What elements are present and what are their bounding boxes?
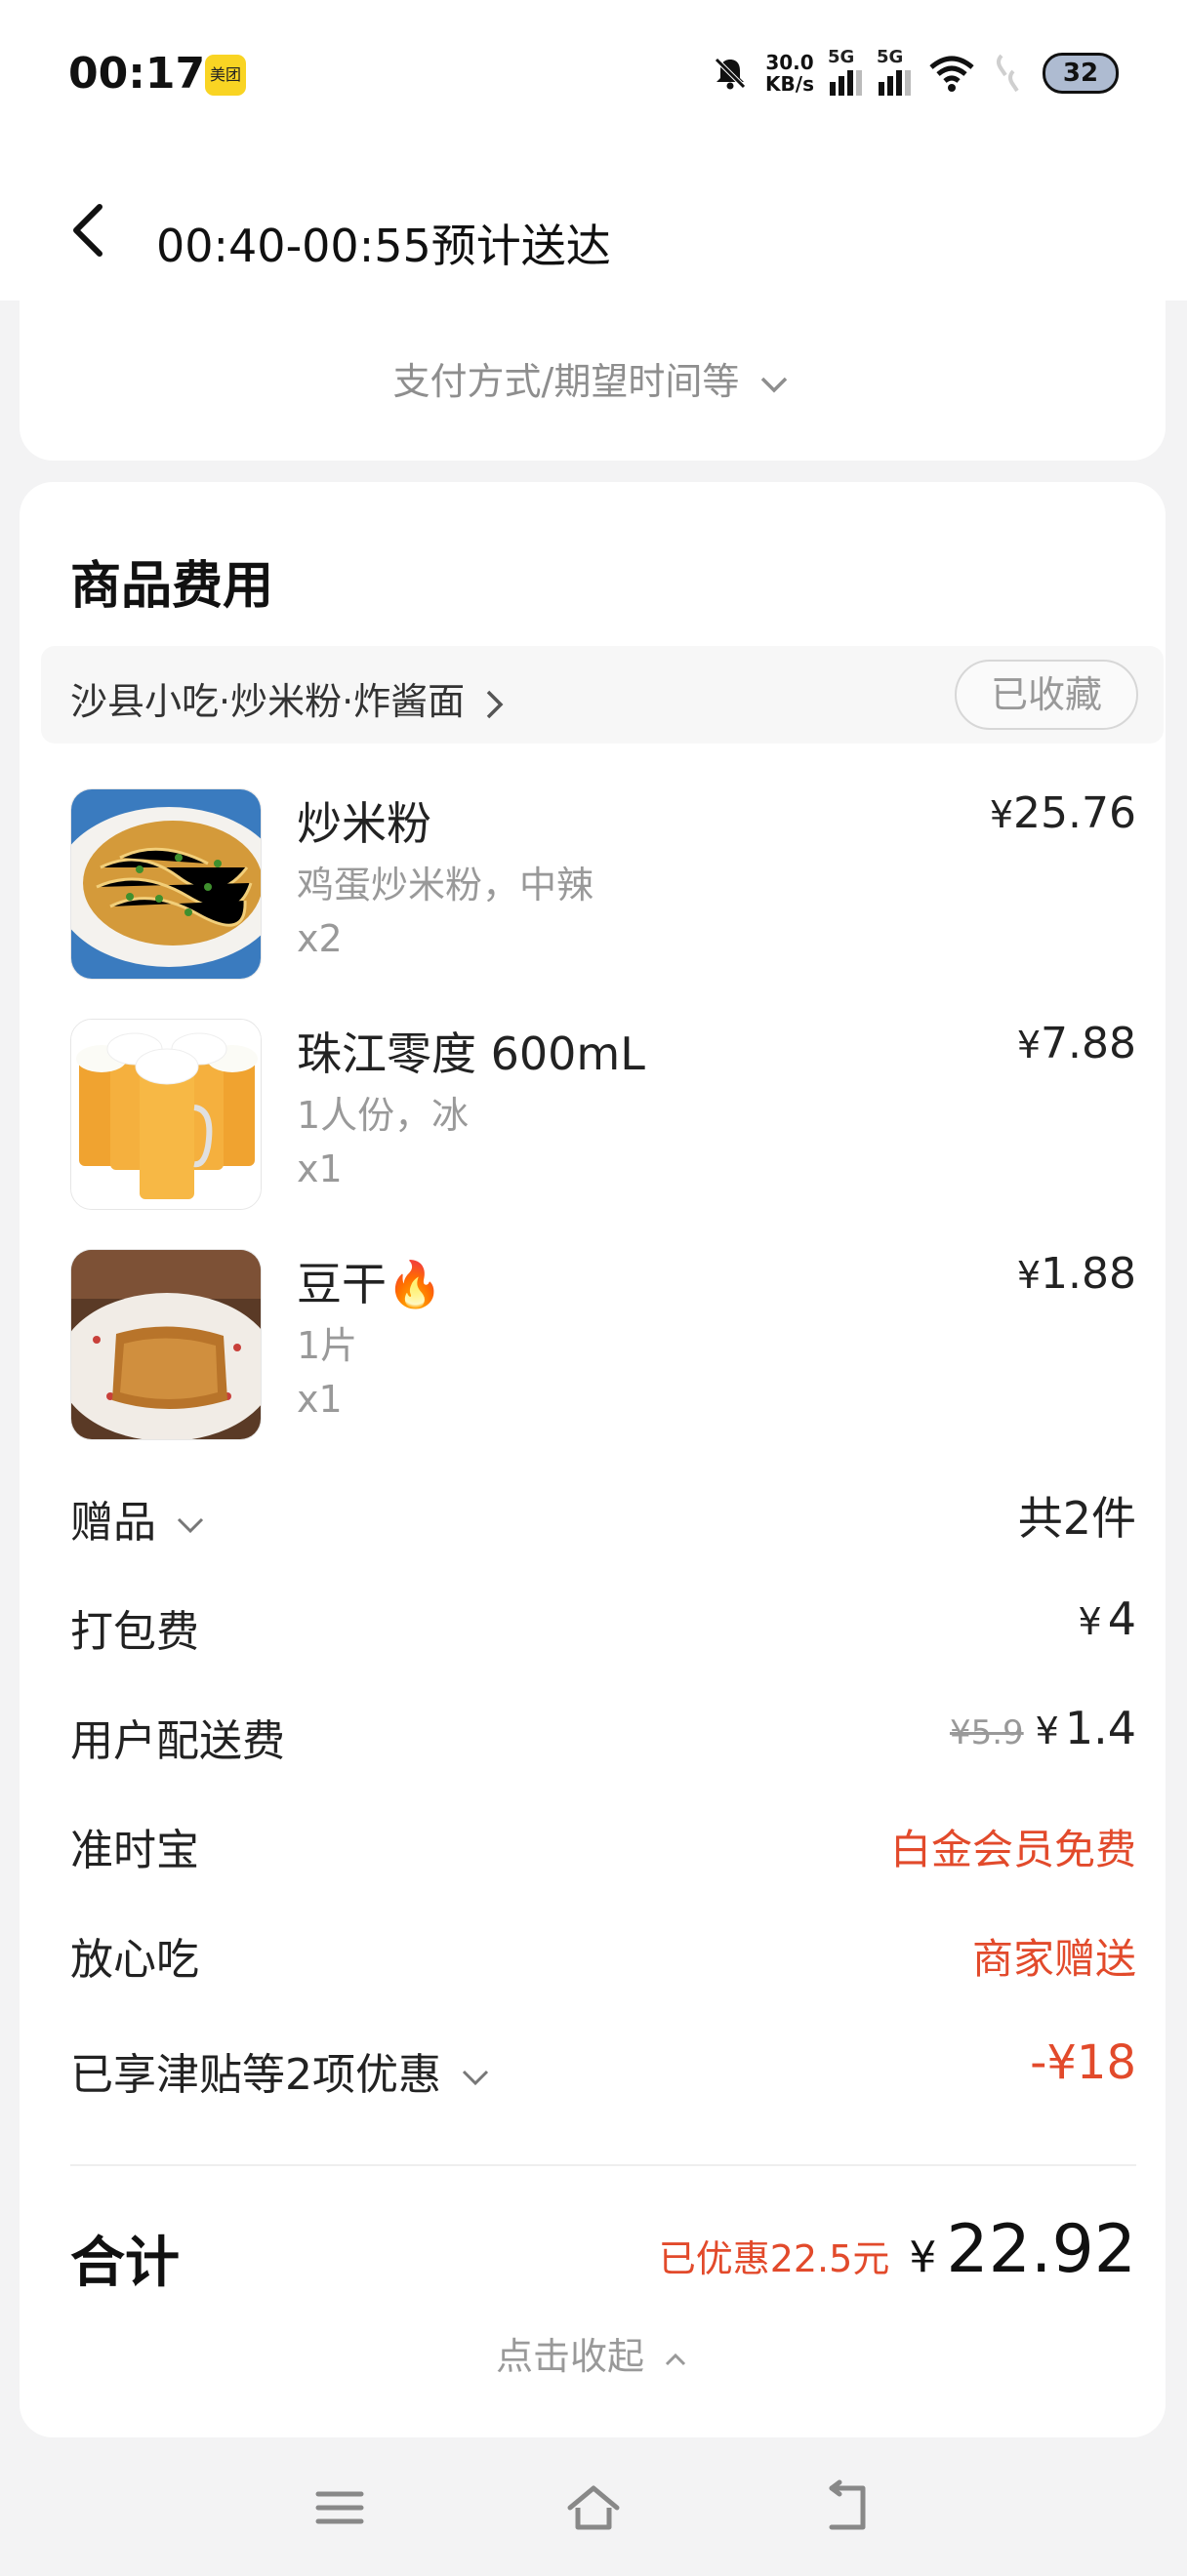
page-header: 00:40-00:55预计送达 xyxy=(0,156,1187,301)
sim1-label: 5G xyxy=(828,47,855,67)
beer-mugs-image xyxy=(70,1019,262,1210)
mute-bell-icon xyxy=(715,58,746,90)
item-spec: 鸡蛋炒米粉，中辣 xyxy=(297,864,594,906)
section-title: 商品费用 xyxy=(70,557,274,616)
packing-fee-label: 打包费 xyxy=(70,1607,199,1657)
shop-name[interactable]: 沙县小吃·炒米粉·炸酱面 xyxy=(70,671,506,725)
delivery-fee-row: 用户配送费 ¥5.9 ¥1.4 xyxy=(70,1698,1136,1766)
chevron-down-icon xyxy=(462,2070,489,2086)
currency-symbol: ¥ xyxy=(909,2233,937,2282)
item-name: 珠江零度 600mL xyxy=(297,1027,645,1080)
status-icons: 30.0 KB/s 5G 5G 32 xyxy=(711,39,1119,107)
collapse-toggle[interactable]: 点击收起 xyxy=(20,2326,1166,2380)
item-quantity: x2 xyxy=(297,917,343,960)
signal-sim2-icon: 5G xyxy=(877,47,912,96)
fried-rice-noodles-image xyxy=(70,788,262,980)
item-spec: 1片 xyxy=(297,1324,358,1367)
system-nav-bar xyxy=(0,2459,1187,2556)
item-spec: 1人份，冰 xyxy=(297,1094,470,1137)
item-quantity: x1 xyxy=(297,1378,343,1421)
saved-amount: 已优惠22.5元 xyxy=(658,2237,890,2280)
total-label: 合计 xyxy=(70,2232,180,2295)
list-item[interactable]: 豆干🔥 1片 x1 ¥1.88 xyxy=(70,1249,1136,1444)
list-item[interactable]: 炒米粉 鸡蛋炒米粉，中辣 x2 ¥25.76 xyxy=(70,788,1136,984)
item-name: 豆干🔥 xyxy=(297,1258,443,1310)
item-quantity: x1 xyxy=(297,1147,343,1190)
price-value: 7.88 xyxy=(1041,1019,1136,1068)
price-value: 1.88 xyxy=(1041,1249,1136,1299)
menu-icon[interactable] xyxy=(310,2478,369,2537)
item-price: ¥25.76 xyxy=(990,788,1136,838)
discount-label-text: 已享津贴等2项优惠 xyxy=(70,2050,441,2100)
payment-options-label: 支付方式/期望时间等 xyxy=(392,360,740,403)
favorite-button[interactable]: 已收藏 xyxy=(955,660,1138,730)
discount-value: -¥18 xyxy=(1030,2035,1136,2090)
currency-symbol: ¥ xyxy=(1035,1710,1059,1752)
clock: 00:17 xyxy=(68,49,206,99)
item-name: 炒米粉 xyxy=(297,797,431,850)
chevron-down-icon xyxy=(177,1517,204,1534)
gift-label-text: 赠品 xyxy=(70,1498,156,1548)
goods-fee-card: 商品费用 沙县小吃·炒米粉·炸酱面 已收藏 炒米粉 鸡蛋炒米粉，中辣 x2 ¥2… xyxy=(20,482,1166,2437)
status-bar: 00:17 美团 30.0 KB/s 5G 5G 32 xyxy=(0,0,1187,156)
ontime-guarantee-value: 白金会员免费 xyxy=(889,1826,1136,1873)
network-speed: 30.0 KB/s xyxy=(765,52,814,95)
home-icon[interactable] xyxy=(564,2478,623,2537)
divider xyxy=(70,2164,1136,2166)
gift-row[interactable]: 赠品 共2件 xyxy=(70,1479,1136,1548)
payment-options-toggle[interactable]: 支付方式/期望时间等 xyxy=(20,351,1166,405)
chevron-up-icon xyxy=(665,2353,686,2365)
food-assurance-label: 放心吃 xyxy=(70,1935,199,1985)
delivery-fee-value: ¥5.9 ¥1.4 xyxy=(950,1702,1136,1754)
chevron-right-icon xyxy=(487,690,504,718)
speed-value: 30.0 xyxy=(765,51,814,74)
delivery-fee-label: 用户配送费 xyxy=(70,1716,285,1766)
currency-symbol: ¥ xyxy=(1016,1254,1042,1297)
back-icon[interactable] xyxy=(818,2478,877,2537)
food-assurance-row: 放心吃 商家赠送 xyxy=(70,1916,1136,1985)
wifi-icon xyxy=(929,56,974,92)
battery-indicator: 32 xyxy=(1043,53,1119,94)
tofu-image xyxy=(70,1249,262,1440)
total-amount: ¥22.92 xyxy=(909,2211,1136,2288)
item-price: ¥7.88 xyxy=(1017,1019,1136,1068)
speed-unit: KB/s xyxy=(765,72,814,96)
back-arrow-icon[interactable] xyxy=(61,201,119,260)
sim2-label: 5G xyxy=(877,47,904,67)
original-delivery-fee: ¥5.9 xyxy=(949,1713,1024,1752)
list-item[interactable]: 珠江零度 600mL 1人份，冰 x1 ¥7.88 xyxy=(70,1019,1136,1214)
total-value: 22.92 xyxy=(946,2211,1136,2288)
gift-value: 共2件 xyxy=(1017,1492,1136,1545)
collapse-label: 点击收起 xyxy=(495,2335,644,2378)
meituan-app-icon: 美团 xyxy=(205,55,246,96)
earbuds-icon xyxy=(997,54,1019,93)
shop-name-label: 沙县小吃·炒米粉·炸酱面 xyxy=(70,680,466,723)
delivery-fee-amount: 1.4 xyxy=(1064,1702,1136,1754)
signal-sim1-icon: 5G xyxy=(828,47,863,96)
currency-symbol: ¥ xyxy=(1016,1024,1042,1067)
packing-fee-amount: 4 xyxy=(1107,1592,1136,1645)
food-assurance-value: 商家赠送 xyxy=(971,1935,1136,1983)
page-title: 00:40-00:55预计送达 xyxy=(156,220,611,272)
ontime-guarantee-row: 准时宝 白金会员免费 xyxy=(70,1807,1136,1875)
ontime-guarantee-label: 准时宝 xyxy=(70,1826,199,1875)
currency-symbol: ¥ xyxy=(1078,1600,1102,1643)
total-summary: 已优惠22.5元 ¥22.92 xyxy=(659,2211,1136,2288)
item-price: ¥1.88 xyxy=(1017,1249,1136,1299)
packing-fee-value: ¥4 xyxy=(1079,1592,1136,1645)
gift-label: 赠品 xyxy=(70,1487,207,1550)
packing-fee-row: 打包费 ¥4 xyxy=(70,1589,1136,1657)
price-value: 25.76 xyxy=(1013,788,1136,838)
order-info-card: 支付方式/期望时间等 xyxy=(20,293,1166,461)
discount-label: 已享津贴等2项优惠 xyxy=(70,2039,492,2102)
chevron-down-icon xyxy=(761,377,788,392)
currency-symbol: ¥ xyxy=(989,793,1014,836)
discount-row[interactable]: 已享津贴等2项优惠 -¥18 xyxy=(70,2032,1136,2100)
shop-row[interactable]: 沙县小吃·炒米粉·炸酱面 已收藏 xyxy=(41,646,1164,744)
